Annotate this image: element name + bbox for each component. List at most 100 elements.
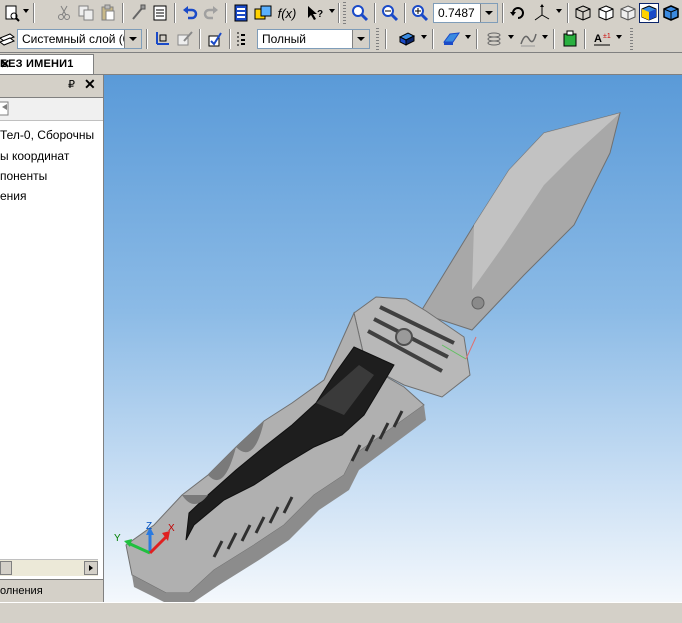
spatial-curve-icon[interactable]: [518, 29, 538, 49]
extrude-dropdown[interactable]: [421, 35, 427, 39]
layer-combo[interactable]: Системный слой (0): [17, 29, 142, 49]
svg-text:?: ?: [317, 9, 323, 20]
redo-icon[interactable]: [201, 3, 221, 23]
surface-dropdown[interactable]: [465, 35, 471, 39]
orientation-icon[interactable]: [532, 3, 552, 23]
spatial-curve-dropdown[interactable]: [542, 35, 548, 39]
layer-combo-value: Системный слой (0): [22, 32, 134, 46]
toolbar-separator: [199, 29, 201, 49]
format-brush-icon[interactable]: [128, 3, 148, 23]
triad-z-label: Z: [146, 521, 152, 532]
help-icon[interactable]: ?: [305, 3, 325, 23]
extrude-icon[interactable]: [397, 29, 417, 49]
toolbar-grip[interactable]: [343, 2, 346, 24]
svg-text:±1: ±1: [603, 33, 611, 40]
toolbar-separator: [225, 3, 227, 23]
local-cs-icon[interactable]: [152, 29, 172, 49]
display-mode-arrow[interactable]: [352, 30, 369, 48]
thin-lines-icon[interactable]: [618, 3, 638, 23]
tree-title-bar: ₽ ✕: [0, 75, 103, 98]
svg-text:A: A: [594, 33, 602, 45]
tree-item-mates[interactable]: ения: [0, 189, 27, 203]
close-panel-icon[interactable]: ✕: [84, 76, 96, 93]
orientation-dropdown[interactable]: [556, 9, 562, 13]
toolbar-separator: [584, 29, 586, 49]
wireframe-icon[interactable]: [573, 3, 593, 23]
display-mode-value: Полный: [262, 32, 306, 46]
tree-toolbar: [0, 98, 103, 121]
zoom-combo[interactable]: 0.7487: [433, 3, 498, 23]
toolbar-separator: [338, 3, 340, 23]
edit-sketch-icon[interactable]: [175, 29, 195, 49]
toolbar-separator: [374, 3, 376, 23]
zoom-value: 0.7487: [438, 6, 475, 20]
display-mode-icon[interactable]: [234, 29, 254, 49]
layer-combo-arrow[interactable]: [124, 30, 141, 48]
designation-dropdown[interactable]: [616, 35, 622, 39]
close-tab-icon[interactable]: ✕: [0, 57, 89, 71]
tree-bottom-label: олнения: [0, 585, 43, 597]
toolbar-separator: [432, 29, 434, 49]
properties-icon[interactable]: [150, 3, 170, 23]
check-rebuild-icon[interactable]: [205, 29, 225, 49]
spiral-icon[interactable]: [484, 29, 504, 49]
model-viewport[interactable]: Y Z X: [104, 75, 682, 602]
knife-blade: [419, 112, 621, 331]
layers-icon[interactable]: [0, 29, 17, 49]
help-dropdown[interactable]: [329, 9, 335, 13]
current-state-toolbar: Системный слой (0) Полный A ±1: [0, 26, 682, 53]
toolbar-separator: [229, 29, 231, 49]
toolbar-separator: [553, 29, 555, 49]
tree-horizontal-scrollbar[interactable]: [0, 559, 98, 576]
arrow-right-icon: [89, 565, 93, 571]
zoom-window-icon[interactable]: [350, 3, 370, 23]
surface-icon[interactable]: [441, 29, 461, 49]
tree-manager-icon[interactable]: [231, 3, 251, 23]
zoom-combo-arrow[interactable]: [480, 4, 497, 22]
status-bar: [0, 602, 682, 623]
library-manager-icon[interactable]: [253, 3, 273, 23]
measure-icon[interactable]: [560, 29, 580, 49]
toolbar-separator: [385, 29, 387, 49]
toolbar-separator: [174, 3, 176, 23]
scrollbar-thumb[interactable]: [0, 561, 12, 575]
hidden-lines-icon[interactable]: [596, 3, 616, 23]
document-tabs: БЕЗ ИМЕНИ1 ✕: [0, 53, 682, 75]
paste-icon[interactable]: [98, 3, 118, 23]
halftone-edges-icon[interactable]: [661, 3, 681, 23]
model-tree-panel: ₽ ✕ Тел-0, Сборочны ы координат поненты …: [0, 75, 104, 606]
zoom-scale-icon[interactable]: [410, 3, 430, 23]
tree-view-icon[interactable]: [0, 101, 10, 117]
toolbar-grip[interactable]: [630, 28, 633, 50]
zoom-in-icon[interactable]: [380, 3, 400, 23]
pin-icon[interactable]: ₽: [68, 78, 75, 91]
toolbar-separator: [476, 29, 478, 49]
toolbar-separator: [502, 3, 504, 23]
tab-document[interactable]: БЕЗ ИМЕНИ1 ✕: [0, 54, 94, 74]
toolbar-separator: [404, 3, 406, 23]
toolbar-grip[interactable]: [376, 28, 379, 50]
new-document-icon[interactable]: [2, 3, 22, 23]
main-toolbar: f(x) ? 0.7487: [0, 0, 682, 27]
toolbar-separator: [146, 29, 148, 49]
variables-icon[interactable]: f(x): [276, 3, 298, 23]
scroll-right-button[interactable]: [84, 561, 98, 575]
display-mode-combo[interactable]: Полный: [257, 29, 370, 49]
local-axis-y: [465, 336, 477, 360]
new-document-dropdown[interactable]: [23, 9, 29, 13]
toolbar-separator: [33, 3, 35, 23]
rotate-icon[interactable]: [508, 3, 528, 23]
triad-x-label: X: [168, 523, 175, 534]
tree-item-components[interactable]: поненты: [0, 169, 47, 183]
knife-model: Y Z X: [114, 112, 621, 602]
thumb-stud: [471, 296, 485, 310]
spiral-dropdown[interactable]: [508, 35, 514, 39]
cut-icon[interactable]: [54, 3, 74, 23]
halftone-icon[interactable]: [639, 3, 659, 23]
undo-icon[interactable]: [180, 3, 200, 23]
designation-icon[interactable]: A ±1: [592, 29, 612, 49]
tree-item-root[interactable]: Тел-0, Сборочны: [0, 128, 94, 142]
tree-item-coordinate-systems[interactable]: ы координат: [0, 149, 69, 163]
triad-y-label: Y: [114, 533, 121, 544]
copy-icon[interactable]: [76, 3, 96, 23]
